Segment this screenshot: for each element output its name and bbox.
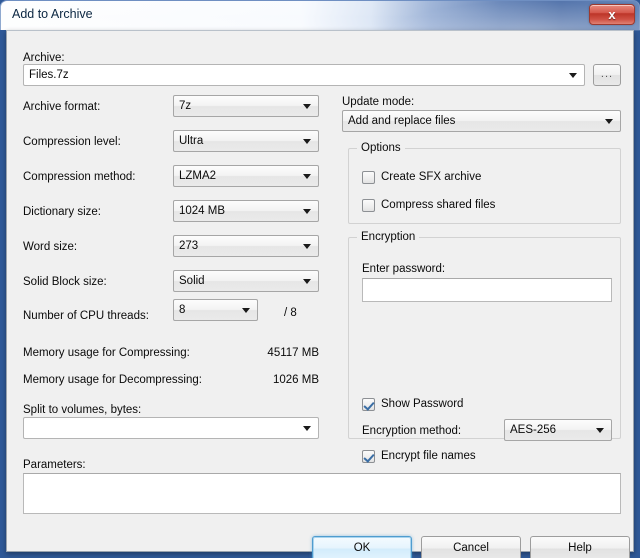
dictionary-size-value: 1024 MB	[179, 205, 226, 217]
compression-method-value: LZMA2	[179, 170, 217, 182]
window-title: Add to Archive	[12, 7, 93, 21]
ok-button[interactable]: OK	[312, 536, 412, 558]
password-input[interactable]	[362, 278, 612, 302]
create-sfx-label: Create SFX archive	[381, 171, 482, 183]
window-titlebar: Add to Archive x	[0, 0, 640, 31]
show-password-label: Show Password	[381, 398, 464, 410]
solid-block-size-label: Solid Block size:	[23, 276, 107, 288]
compress-shared-label: Compress shared files	[381, 199, 496, 211]
create-sfx-checkbox[interactable]: Create SFX archive	[362, 170, 481, 184]
chevron-down-icon	[569, 73, 577, 78]
dictionary-size-combo[interactable]: 1024 MB	[173, 200, 319, 222]
archive-format-value: 7z	[179, 100, 192, 112]
compression-method-label: Compression method:	[23, 171, 136, 183]
ok-button-label: OK	[353, 542, 371, 554]
memory-compressing-label: Memory usage for Compressing:	[23, 347, 190, 359]
enter-password-label: Enter password:	[362, 263, 446, 275]
dialog-content: Archive: Files.7z ... Archive format: 7z…	[7, 31, 633, 558]
encryption-group-title: Encryption	[357, 231, 420, 244]
encryption-method-value: AES-256	[510, 424, 557, 436]
solid-block-size-combo[interactable]: Solid	[173, 270, 319, 292]
dictionary-size-label: Dictionary size:	[23, 206, 101, 218]
add-to-archive-dialog: Archive: Files.7z ... Archive format: 7z…	[6, 30, 634, 558]
word-size-combo[interactable]: 273	[173, 235, 319, 257]
compression-level-combo[interactable]: Ultra	[173, 130, 319, 152]
split-volumes-value	[29, 418, 298, 438]
options-groupbox: Options	[348, 142, 621, 224]
encryption-method-combo[interactable]: AES-256	[504, 419, 612, 441]
chevron-down-icon	[303, 209, 311, 214]
checkbox-icon	[362, 170, 375, 184]
archive-format-combo[interactable]: 7z	[173, 95, 319, 117]
memory-decompressing-label: Memory usage for Decompressing:	[23, 374, 202, 386]
chevron-down-icon	[303, 104, 311, 109]
cpu-threads-max: / 8	[284, 307, 297, 319]
parameters-label: Parameters:	[23, 459, 86, 471]
chevron-down-icon	[303, 279, 311, 284]
compression-method-combo[interactable]: LZMA2	[173, 165, 319, 187]
word-size-label: Word size:	[23, 241, 78, 253]
encrypt-file-names-label: Encrypt file names	[381, 450, 476, 462]
cancel-button-label: Cancel	[453, 542, 489, 554]
memory-decompressing-value: 1026 MB	[272, 374, 319, 386]
split-volumes-label: Split to volumes, bytes:	[23, 404, 142, 416]
compression-level-label: Compression level:	[23, 136, 121, 148]
checkbox-icon	[362, 449, 375, 463]
help-button-label: Help	[568, 542, 592, 554]
update-mode-combo[interactable]: Add and replace files	[342, 110, 621, 132]
encryption-method-label: Encryption method:	[362, 425, 462, 437]
update-mode-value: Add and replace files	[348, 115, 456, 127]
parameters-input[interactable]	[23, 473, 621, 514]
archive-label: Archive:	[23, 52, 65, 64]
compression-level-value: Ultra	[179, 135, 204, 147]
solid-block-size-value: Solid	[179, 275, 205, 287]
encrypt-file-names-checkbox[interactable]: Encrypt file names	[362, 449, 476, 463]
split-volumes-combo[interactable]	[23, 417, 319, 439]
archive-path-value: Files.7z	[29, 69, 69, 81]
word-size-value: 273	[179, 240, 199, 252]
chevron-down-icon	[303, 139, 311, 144]
chevron-down-icon	[303, 244, 311, 249]
chevron-down-icon	[303, 174, 311, 179]
checkbox-icon	[362, 198, 375, 212]
update-mode-label: Update mode:	[342, 96, 415, 108]
screen: Add to Archive x Archive: Files.7z ... A…	[0, 0, 640, 558]
memory-compressing-value: 45117 MB	[267, 347, 319, 359]
checkbox-icon	[362, 397, 375, 411]
chevron-down-icon	[605, 119, 613, 124]
help-button[interactable]: Help	[530, 536, 630, 558]
chevron-down-icon	[242, 308, 250, 313]
cancel-button[interactable]: Cancel	[421, 536, 521, 558]
close-icon: x	[608, 7, 616, 22]
compress-shared-checkbox[interactable]: Compress shared files	[362, 198, 495, 212]
show-password-checkbox[interactable]: Show Password	[362, 397, 463, 411]
cpu-threads-combo[interactable]: 8	[173, 299, 258, 321]
browse-button[interactable]: ...	[593, 64, 621, 86]
password-value	[368, 279, 606, 301]
chevron-down-icon	[596, 428, 604, 433]
options-group-title: Options	[357, 142, 405, 155]
close-button[interactable]: x	[589, 4, 635, 25]
archive-path-combo[interactable]: Files.7z	[23, 64, 585, 86]
cpu-threads-value: 8	[179, 304, 186, 316]
archive-format-label: Archive format:	[23, 101, 101, 113]
chevron-down-icon	[303, 426, 311, 431]
cpu-threads-label: Number of CPU threads:	[23, 310, 149, 322]
